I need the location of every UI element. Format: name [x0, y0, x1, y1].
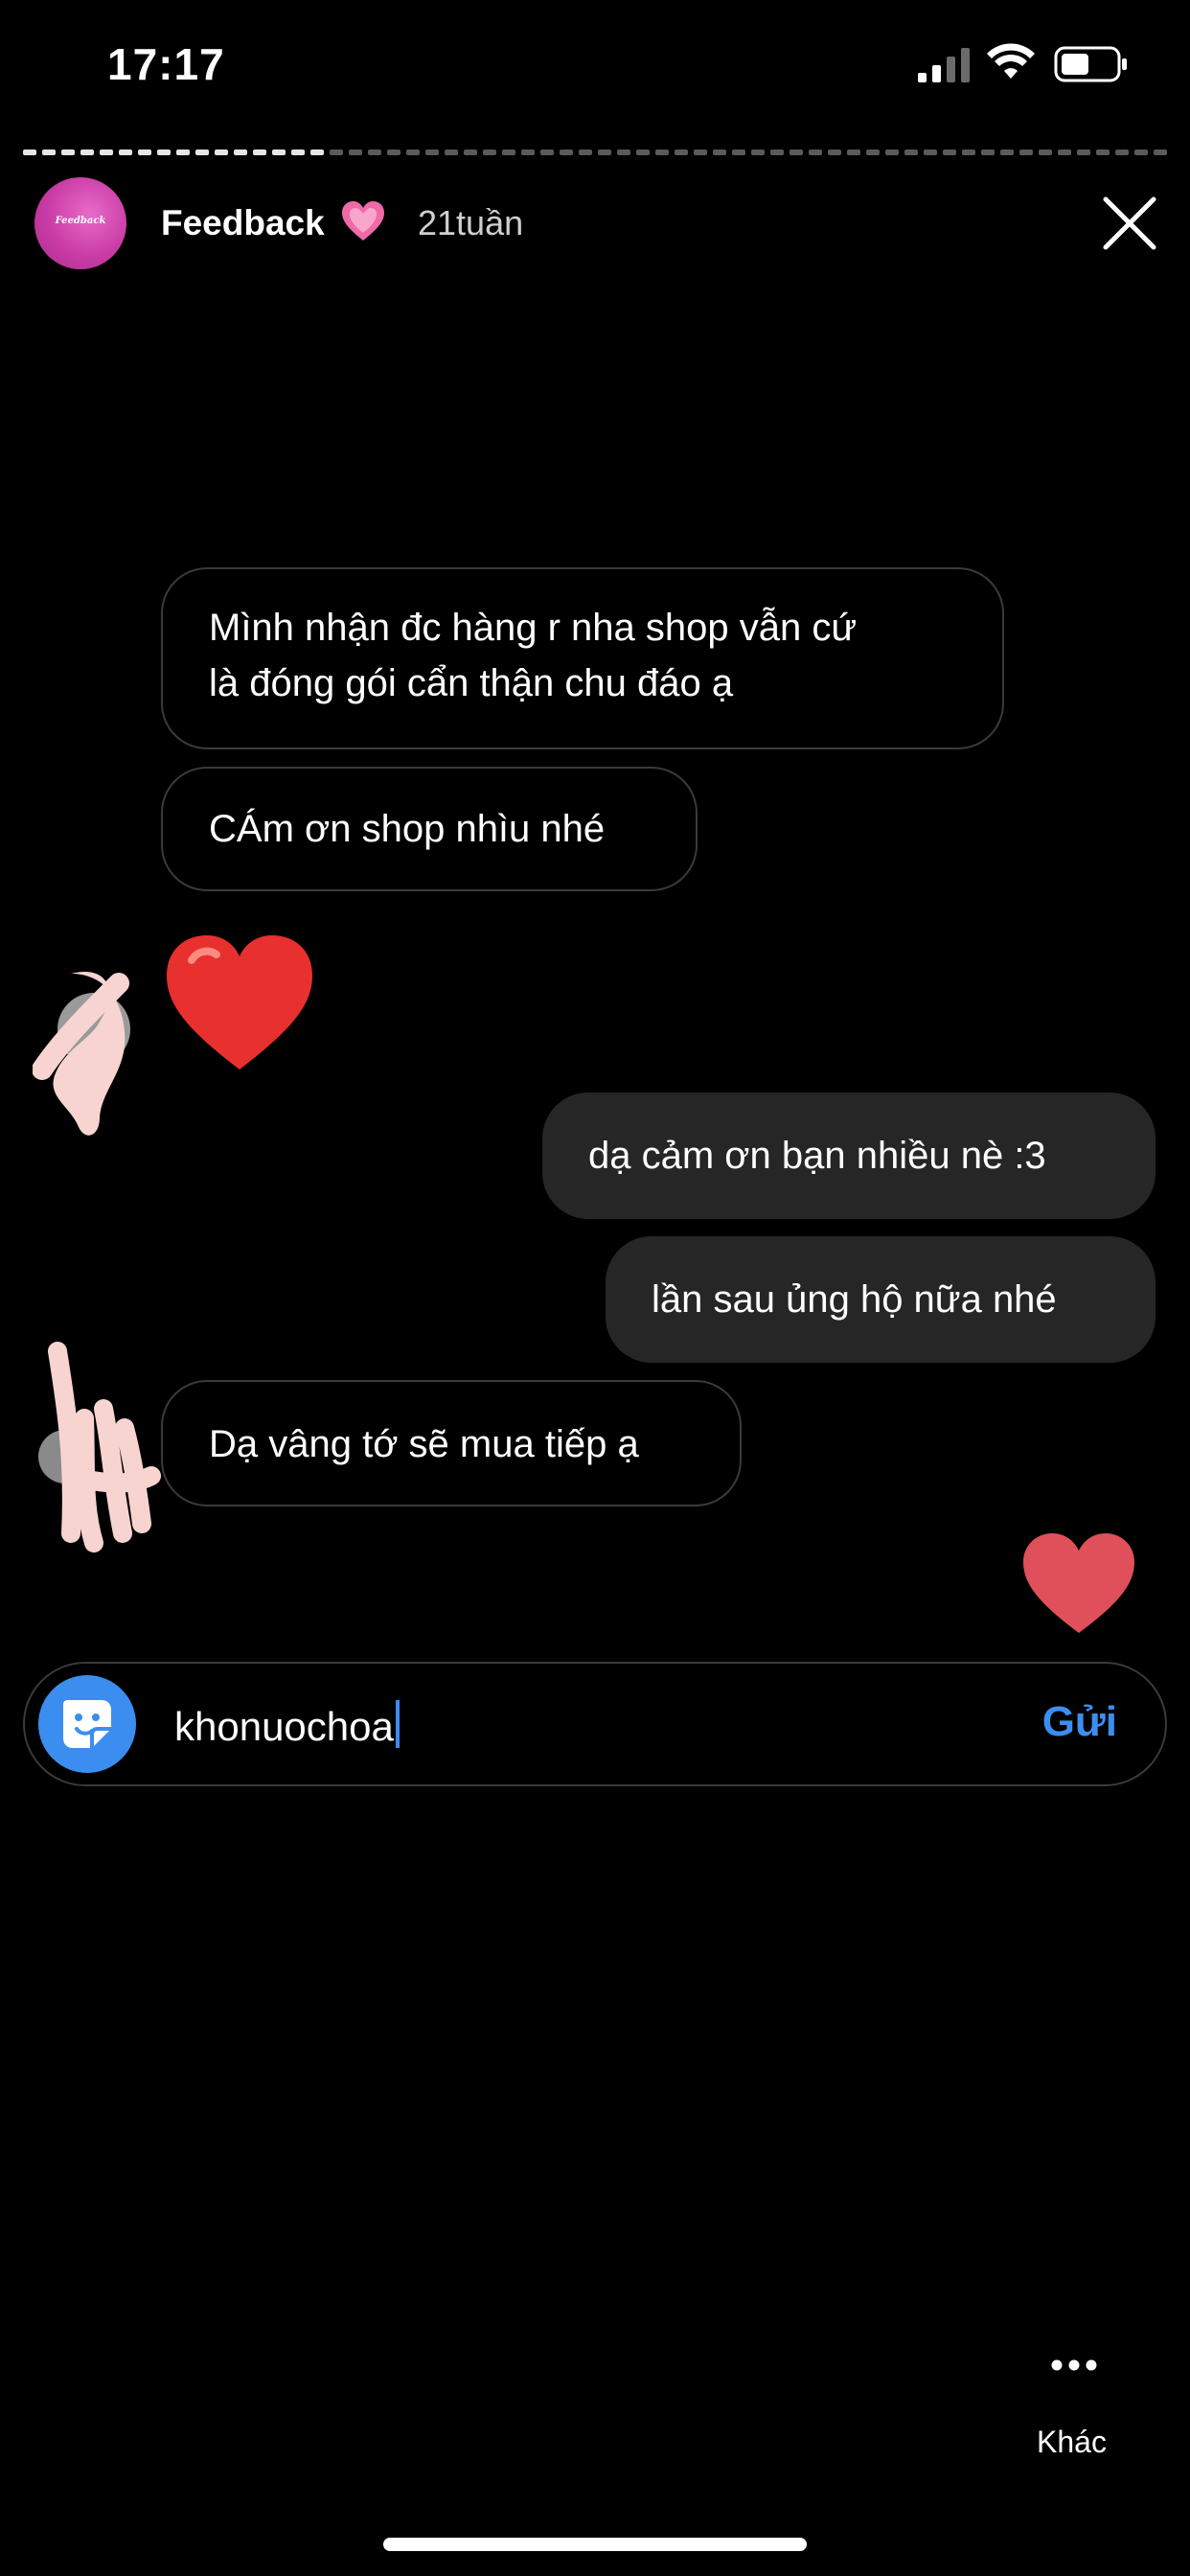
- progress-segment: [847, 150, 860, 155]
- progress-segment: [655, 150, 669, 155]
- progress-segment: [483, 150, 496, 155]
- heart-reaction-icon: [167, 935, 312, 1070]
- pink-heart-icon: [342, 201, 384, 241]
- progress-segment: [1115, 150, 1129, 155]
- story-progress-bar: [23, 150, 1167, 155]
- like-heart-icon[interactable]: [1019, 1530, 1138, 1637]
- text-cursor: [395, 1700, 400, 1748]
- close-icon[interactable]: [1102, 196, 1157, 251]
- progress-segment: [675, 150, 688, 155]
- progress-segment: [1154, 150, 1167, 155]
- progress-segment: [694, 150, 707, 155]
- message-text: Mình nhận đc hàng r nha shop vẫn cứ: [209, 607, 858, 649]
- message-text: Dạ vâng tớ sẽ mua tiếp ạ: [209, 1423, 639, 1465]
- progress-segment: [828, 150, 841, 155]
- progress-segment: [215, 150, 228, 155]
- progress-segment: [1058, 150, 1071, 155]
- message-text: lần sau ủng hộ nữa nhé: [652, 1278, 1057, 1321]
- message-bubble-received: Mình nhận đc hàng r nha shop vẫn cứ là đ…: [161, 567, 1004, 749]
- progress-segment: [540, 150, 554, 155]
- status-time: 17:17: [107, 39, 225, 89]
- redacted-avatar-scribble: [38, 1342, 161, 1552]
- send-button[interactable]: Gửi: [1042, 1698, 1117, 1746]
- progress-segment: [445, 150, 458, 155]
- progress-segment: [291, 150, 305, 155]
- progress-segment: [732, 150, 745, 155]
- battery-icon: [1054, 46, 1127, 82]
- progress-segment: [42, 150, 56, 155]
- story-avatar[interactable]: Feedback: [34, 177, 126, 269]
- progress-segment: [234, 150, 247, 155]
- avatar-logo-text: Feedback: [55, 216, 106, 226]
- message-bubble-sent: lần sau ủng hộ nữa nhé: [606, 1236, 1156, 1363]
- progress-segment: [272, 150, 286, 155]
- progress-segment: [885, 150, 899, 155]
- progress-segment: [310, 150, 324, 155]
- progress-segment: [406, 150, 420, 155]
- progress-segment: [809, 150, 822, 155]
- progress-segment: [1134, 150, 1148, 155]
- progress-segment: [751, 150, 765, 155]
- redacted-avatar-scribble: [33, 972, 130, 1136]
- progress-segment: [866, 150, 880, 155]
- message-text: dạ cảm ơn bạn nhiều nè :3: [588, 1135, 1046, 1177]
- reply-input-text: khonuochoa: [174, 1704, 394, 1749]
- progress-segment: [349, 150, 362, 155]
- home-indicator[interactable]: [383, 2538, 807, 2551]
- progress-segment: [598, 150, 611, 155]
- progress-segment: [119, 150, 132, 155]
- progress-segment: [636, 150, 650, 155]
- progress-segment: [521, 150, 535, 155]
- reply-bar: khonuochoa Gửi: [23, 1662, 1167, 1786]
- message-bubble-sent: dạ cảm ơn bạn nhiều nè :3: [542, 1092, 1156, 1219]
- progress-segment: [80, 150, 94, 155]
- progress-segment: [943, 150, 956, 155]
- wifi-icon: [987, 43, 1035, 79]
- progress-segment: [790, 150, 803, 155]
- cellular-signal-icon: [918, 48, 970, 82]
- progress-segment: [176, 150, 190, 155]
- more-label[interactable]: Khác: [1037, 2425, 1107, 2460]
- progress-segment: [330, 150, 343, 155]
- progress-segment: [1077, 150, 1090, 155]
- message-text: là đóng gói cẩn thận chu đáo ạ: [209, 662, 734, 704]
- progress-segment: [100, 150, 113, 155]
- message-text: CÁm ơn shop nhìu nhé: [209, 808, 606, 850]
- message-bubble-received: Dạ vâng tớ sẽ mua tiếp ạ: [161, 1380, 742, 1506]
- more-options-icon[interactable]: [1050, 2356, 1098, 2375]
- progress-segment: [368, 150, 381, 155]
- progress-segment: [617, 150, 630, 155]
- progress-segment: [157, 150, 171, 155]
- progress-segment: [1096, 150, 1110, 155]
- progress-segment: [464, 150, 477, 155]
- progress-segment: [1039, 150, 1052, 155]
- progress-segment: [770, 150, 784, 155]
- progress-segment: [962, 150, 975, 155]
- progress-segment: [924, 150, 937, 155]
- progress-segment: [713, 150, 726, 155]
- reply-input[interactable]: khonuochoa: [174, 1700, 400, 1750]
- sticker-button[interactable]: [38, 1675, 136, 1773]
- progress-segment: [425, 150, 439, 155]
- message-bubble-received: CÁm ơn shop nhìu nhé: [161, 767, 698, 891]
- progress-segment: [1019, 150, 1033, 155]
- progress-segment: [981, 150, 995, 155]
- progress-segment: [1000, 150, 1014, 155]
- progress-segment: [138, 150, 151, 155]
- progress-segment: [579, 150, 592, 155]
- progress-segment: [253, 150, 266, 155]
- progress-segment: [23, 150, 36, 155]
- progress-segment: [195, 150, 209, 155]
- progress-segment: [61, 150, 75, 155]
- progress-segment: [387, 150, 400, 155]
- progress-segment: [560, 150, 573, 155]
- progress-segment: [904, 150, 918, 155]
- story-title[interactable]: Feedback: [161, 203, 325, 243]
- progress-segment: [502, 150, 515, 155]
- sticker-icon: [63, 1700, 111, 1748]
- story-timestamp: 21tuần: [418, 203, 524, 242]
